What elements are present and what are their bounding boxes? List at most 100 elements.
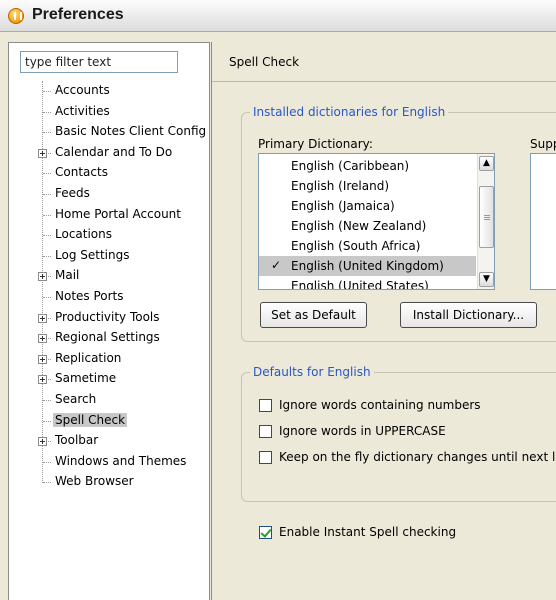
option-checkbox[interactable] (259, 399, 272, 412)
tree-item-label: Accounts (55, 83, 110, 97)
dictionary-item[interactable]: English (South Africa) (259, 236, 476, 256)
set-as-default-button[interactable]: Set as Default (260, 302, 367, 328)
tree-item-label: Feeds (55, 186, 90, 200)
dictionary-item-label: English (United States) (291, 279, 429, 290)
instant-spell-label[interactable]: Enable Instant Spell checking (279, 525, 456, 539)
tree-item-label: Search (55, 392, 97, 406)
dictionary-item[interactable]: English (United States) (259, 276, 476, 290)
dictionary-item-label: English (United Kingdom) (291, 259, 444, 273)
tree-connector (43, 112, 51, 113)
dictionary-item[interactable]: English (Jamaica) (259, 196, 476, 216)
window-title: Preferences (32, 6, 124, 23)
dictionary-item-label: English (South Africa) (291, 239, 421, 253)
dictionary-item[interactable]: English (Ireland) (259, 176, 476, 196)
tree-item-label: Sametime (55, 371, 117, 385)
instant-spell-checkbox[interactable] (259, 526, 272, 539)
tree-item[interactable]: Accounts (9, 81, 209, 101)
tree-item[interactable]: Feeds (9, 184, 209, 204)
title-bar[interactable]: Preferences (0, 0, 556, 32)
defaults-title: Defaults for English (250, 365, 374, 379)
tree-item[interactable]: Contacts (9, 163, 209, 183)
tree-item-label: Contacts (55, 165, 108, 179)
tree-item-label: Basic Notes Client Config (55, 124, 207, 138)
expand-icon[interactable] (38, 314, 47, 323)
option-checkbox[interactable] (259, 451, 272, 464)
grip-icon (484, 215, 490, 216)
tree-item-label: Web Browser (55, 474, 134, 488)
tree-item[interactable]: Locations (9, 225, 209, 245)
tree-connector (43, 194, 51, 195)
installed-dictionaries-title: Installed dictionaries for English (250, 105, 449, 119)
tree-item-label: Productivity Tools (55, 310, 160, 324)
tree-connector (43, 235, 51, 236)
expand-icon[interactable] (38, 149, 47, 158)
tree-connector (43, 215, 51, 216)
expand-icon[interactable] (38, 355, 47, 364)
tree-connector (43, 132, 51, 133)
dictionary-item[interactable]: English (Caribbean) (259, 156, 476, 176)
tree-connector (43, 421, 51, 422)
tree-item[interactable]: Toolbar (9, 431, 209, 451)
dictionary-item[interactable]: ✓ English (United Kingdom) (259, 256, 476, 276)
dictionary-item-label: English (New Zealand) (291, 219, 427, 233)
lotus-notes-icon (8, 8, 24, 24)
expand-icon[interactable] (38, 437, 47, 446)
scroll-thumb[interactable] (479, 186, 494, 248)
page-header: Spell Check (212, 42, 556, 82)
tree-item[interactable]: Regional Settings (9, 328, 209, 348)
filter-input[interactable]: type filter text (20, 51, 178, 73)
expand-icon[interactable] (38, 272, 47, 281)
tree-item[interactable]: Sametime (9, 369, 209, 389)
option-checkbox[interactable] (259, 425, 272, 438)
tree-item-label: Replication (55, 351, 122, 365)
tree-item[interactable]: Search (9, 390, 209, 410)
tree-connector (43, 256, 51, 257)
option-label[interactable]: Ignore words in UPPERCASE (279, 424, 446, 438)
tree-item-label: Mail (55, 268, 80, 282)
tree-item-label: Regional Settings (55, 330, 160, 344)
tree-item[interactable]: Log Settings (9, 246, 209, 266)
dictionary-scrollbar[interactable]: ▲ ▼ (477, 154, 494, 289)
tree-item-label: Notes Ports (55, 289, 124, 303)
tree-item[interactable]: Notes Ports (9, 287, 209, 307)
tree-item[interactable]: Productivity Tools (9, 308, 209, 328)
dictionary-item-label: English (Caribbean) (291, 159, 410, 173)
primary-dictionary-label: Primary Dictionary: (258, 137, 373, 151)
tree-item-label: Activities (55, 104, 110, 118)
tree-item[interactable]: Web Browser (9, 472, 209, 492)
expand-icon[interactable] (38, 334, 47, 343)
tree-connector (43, 400, 51, 401)
option-label[interactable]: Ignore words containing numbers (279, 398, 481, 412)
supplemental-dictionary-label: Supp (530, 137, 556, 151)
option-label[interactable]: Keep on the fly dictionary changes until… (279, 450, 556, 464)
dictionary-item-label: English (Jamaica) (291, 199, 395, 213)
tree-connector (43, 173, 51, 174)
tree-connector (43, 91, 51, 92)
tree-connector (43, 482, 51, 483)
tree-item[interactable]: Windows and Themes (9, 452, 209, 472)
primary-dictionary-list[interactable]: English (United States) ✓ English (United … (258, 153, 495, 290)
tree-item-label: Calendar and To Do (55, 145, 173, 159)
arrow-down-icon[interactable]: ▼ (479, 272, 494, 287)
tree-item-label: Locations (55, 227, 113, 241)
tree-connector (43, 297, 51, 298)
tree-item-label: Toolbar (55, 433, 99, 447)
tree-item[interactable]: Mail (9, 266, 209, 286)
supplemental-dictionary-list[interactable] (530, 153, 556, 290)
tree-item[interactable]: Basic Notes Client Config (9, 122, 209, 142)
grip-icon (484, 217, 490, 218)
tree-item[interactable]: Replication (9, 349, 209, 369)
tree-item[interactable]: Activities (9, 102, 209, 122)
tree-item-label: Home Portal Account (55, 207, 181, 221)
tree-item[interactable]: Calendar and To Do (9, 143, 209, 163)
dictionary-item[interactable]: English (New Zealand) (259, 216, 476, 236)
tree-item[interactable]: Spell Check (9, 411, 209, 431)
dictionary-item-label: English (Ireland) (291, 179, 390, 193)
install-dictionary-button[interactable]: Install Dictionary... (400, 302, 537, 328)
check-icon: ✓ (271, 258, 282, 272)
grip-icon (484, 219, 490, 220)
tree-connector (43, 462, 51, 463)
tree-item[interactable]: Home Portal Account (9, 205, 209, 225)
arrow-up-icon[interactable]: ▲ (479, 156, 494, 171)
expand-icon[interactable] (38, 375, 47, 384)
